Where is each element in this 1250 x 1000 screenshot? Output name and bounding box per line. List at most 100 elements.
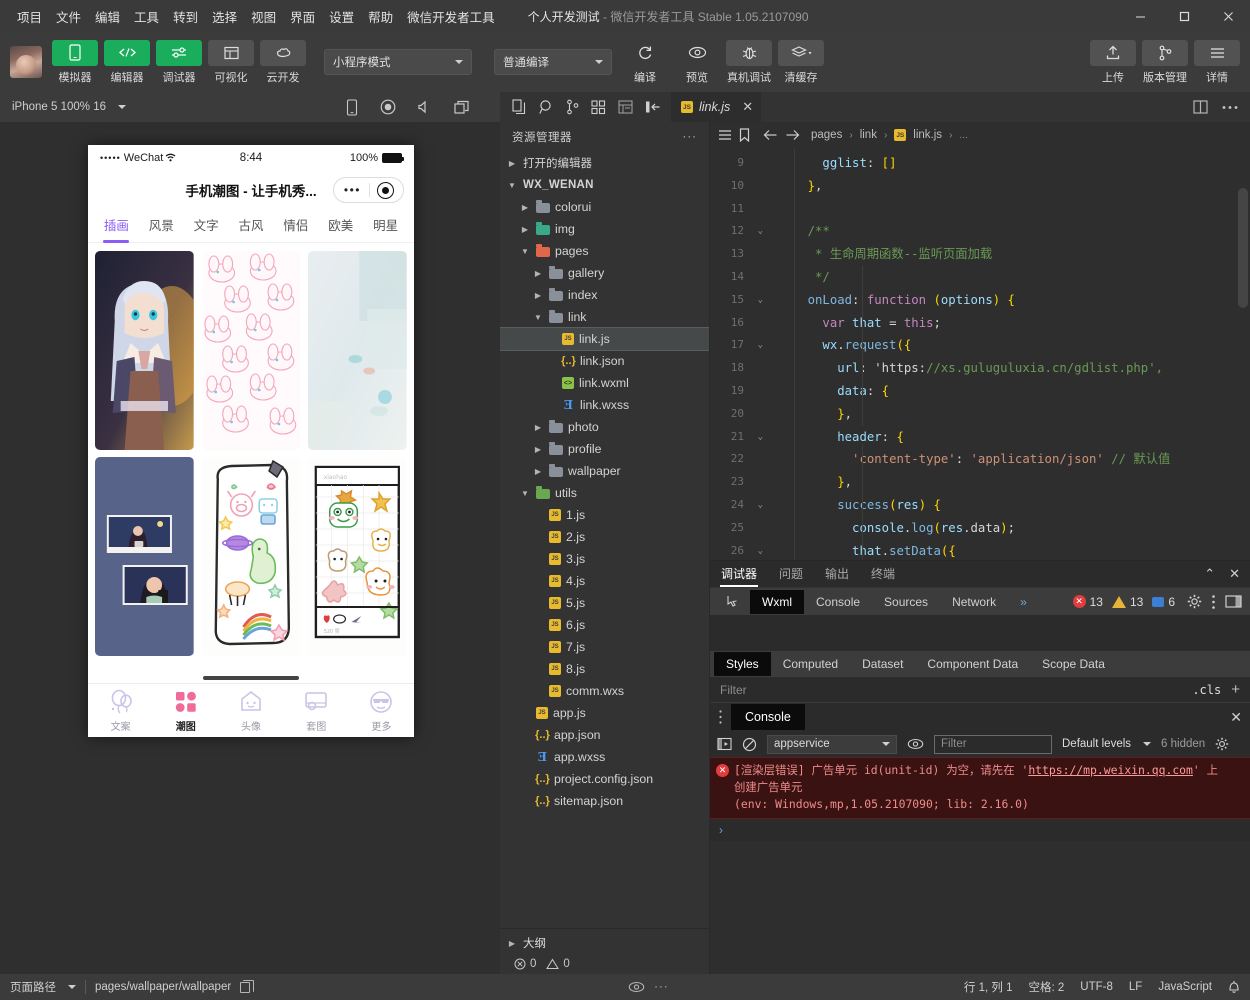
console-error-link[interactable]: https://mp.weixin.qq.com <box>1028 763 1193 777</box>
breadcrumb-item-file[interactable]: link.js <box>913 129 942 141</box>
real-device-debug-button[interactable]: 真机调试 <box>726 39 772 85</box>
simulator-button[interactable]: 模拟器 <box>52 39 98 85</box>
devtools-more-icon[interactable] <box>1211 594 1216 610</box>
files-icon[interactable] <box>512 99 527 115</box>
debugger-panel-tab-3[interactable]: 终端 <box>870 561 896 587</box>
chevron-right-icon[interactable]: ▶ <box>532 291 544 300</box>
category-tab-2[interactable]: 文字 <box>184 209 229 243</box>
error-count-group[interactable]: 0 <box>514 958 536 970</box>
tree-folder-row[interactable]: ▶ img <box>500 218 709 240</box>
menu-item-0[interactable]: 项目 <box>10 3 49 30</box>
debugger-panel-tab-1[interactable]: 问题 <box>778 561 804 587</box>
close-button[interactable] <box>1206 0 1250 32</box>
compile-select[interactable]: 普通编译 <box>494 49 612 75</box>
breadcrumb-item-more[interactable]: ... <box>959 130 967 141</box>
tree-file-row[interactable]: <> link.wxml <box>500 372 709 394</box>
cloud-dev-button[interactable]: 云开发 <box>260 39 306 85</box>
gallery-card[interactable] <box>308 251 407 450</box>
avatar[interactable] <box>10 46 42 78</box>
tree-folder-row[interactable]: ▶ gallery <box>500 262 709 284</box>
back-arrow-icon[interactable] <box>763 129 778 141</box>
tree-folder-row[interactable]: ▶ 打开的编辑器 <box>500 152 709 174</box>
style-tab-1[interactable]: Computed <box>771 652 850 676</box>
category-tab-5[interactable]: 欧美 <box>318 209 363 243</box>
chevron-right-icon[interactable]: ▶ <box>519 203 531 212</box>
devtools-overflow-icon[interactable]: » <box>1008 590 1039 614</box>
minimize-button[interactable] <box>1118 0 1162 32</box>
tree-file-row[interactable]: JS 7.js <box>500 636 709 658</box>
status-more-icon[interactable]: ··· <box>654 981 669 993</box>
tree-folder-row[interactable]: ▶ photo <box>500 416 709 438</box>
menu-item-10[interactable]: 微信开发者工具 <box>400 3 502 30</box>
code-line[interactable]: onLoad: function (options) { <box>766 289 1250 312</box>
console-filter-input[interactable]: Filter <box>934 734 1052 754</box>
simulator-tab-1[interactable]: 潮图 <box>153 684 218 737</box>
menu-item-3[interactable]: 工具 <box>127 3 166 30</box>
code-line[interactable]: var that = this; <box>766 312 1250 335</box>
page-path-selector[interactable]: 页面路径 <box>10 979 76 995</box>
volume-icon[interactable] <box>418 100 432 114</box>
code-line[interactable]: header: { <box>766 426 1250 449</box>
info-badge[interactable]: 6 <box>1152 595 1175 609</box>
category-tab-3[interactable]: 古风 <box>229 209 274 243</box>
code-line[interactable]: * 生命周期函数--监听页面加载 <box>766 243 1250 266</box>
record-icon[interactable] <box>380 99 396 115</box>
source-control-icon[interactable] <box>566 99 579 115</box>
editor-button[interactable]: 编辑器 <box>104 39 150 85</box>
category-tab-6[interactable]: 明星 <box>363 209 408 243</box>
code-line[interactable]: }, <box>766 471 1250 494</box>
tree-file-row[interactable]: {..} link.json <box>500 350 709 372</box>
code-line[interactable]: that.setData({ <box>766 540 1250 560</box>
simulator-tab-2[interactable]: 头像 <box>218 684 283 737</box>
chevron-down-icon[interactable]: ▼ <box>532 313 544 322</box>
forward-arrow-icon[interactable] <box>785 129 800 141</box>
tree-file-row[interactable]: JS 4.js <box>500 570 709 592</box>
capsule-button[interactable]: ••• <box>332 177 404 203</box>
chevron-down-icon[interactable]: ▼ <box>506 181 518 190</box>
sidebar-toggle-icon[interactable] <box>645 100 661 114</box>
tree-file-row[interactable]: {..} sitemap.json <box>500 790 709 812</box>
chevron-right-icon[interactable]: ▶ <box>506 159 518 168</box>
clear-console-icon[interactable] <box>742 737 757 752</box>
upload-button[interactable]: 上传 <box>1090 39 1136 85</box>
language-indicator[interactable]: JavaScript <box>1158 981 1212 993</box>
tree-file-row[interactable]: JS link.js <box>500 327 709 351</box>
dock-side-icon[interactable] <box>1225 594 1242 609</box>
tree-folder-row[interactable]: ▶ profile <box>500 438 709 460</box>
tree-file-row[interactable]: JS 2.js <box>500 526 709 548</box>
menu-item-2[interactable]: 编辑 <box>88 3 127 30</box>
eol-indicator[interactable]: LF <box>1129 981 1142 993</box>
tree-file-row[interactable]: Ǝlink.wxss <box>500 394 709 416</box>
code-line[interactable]: 'content-type': 'application/json' // 默认… <box>766 448 1250 471</box>
more-actions-icon[interactable] <box>1222 105 1238 110</box>
simulator-tab-0[interactable]: 文案 <box>88 684 153 737</box>
close-tab-icon[interactable]: ✕ <box>742 99 753 115</box>
code-line[interactable]: success(res) { <box>766 494 1250 517</box>
console-levels-select[interactable]: Default levels <box>1062 738 1152 750</box>
debugger-panel-tab-0[interactable]: 调试器 <box>720 561 759 587</box>
code-line[interactable]: data: { <box>766 380 1250 403</box>
console-context-select[interactable]: appservice <box>767 734 897 754</box>
simulator-tab-3[interactable]: 套图 <box>284 684 349 737</box>
code-line[interactable]: gglist: [] <box>766 152 1250 175</box>
chevron-right-icon[interactable]: ▶ <box>532 467 544 476</box>
menu-item-8[interactable]: 设置 <box>322 3 361 30</box>
fold-chevron-icon[interactable]: ⌄ <box>758 220 763 243</box>
chevron-right-icon[interactable]: ▶ <box>532 269 544 278</box>
breadcrumb-item-pages[interactable]: pages <box>811 129 842 141</box>
style-tab-4[interactable]: Scope Data <box>1030 652 1117 676</box>
style-tab-3[interactable]: Component Data <box>915 652 1030 676</box>
bell-icon[interactable] <box>1228 980 1240 994</box>
details-button[interactable]: 详情 <box>1194 39 1240 85</box>
compile-button[interactable]: 编译 <box>622 40 668 85</box>
code-line[interactable]: console.log(res.data); <box>766 517 1250 540</box>
tree-folder-row[interactable]: ▼ link <box>500 306 709 328</box>
devtools-tab-console[interactable]: Console <box>804 590 872 614</box>
explorer-more-icon[interactable]: ··· <box>683 131 698 143</box>
console-sidebar-icon[interactable] <box>717 737 732 751</box>
style-tab-0[interactable]: Styles <box>714 652 771 676</box>
tree-file-row[interactable]: Ǝapp.wxss <box>500 746 709 768</box>
fold-chevron-icon[interactable]: ⌄ <box>758 540 763 560</box>
mode-select[interactable]: 小程序模式 <box>324 49 472 75</box>
phone-outline-icon[interactable] <box>346 98 358 116</box>
